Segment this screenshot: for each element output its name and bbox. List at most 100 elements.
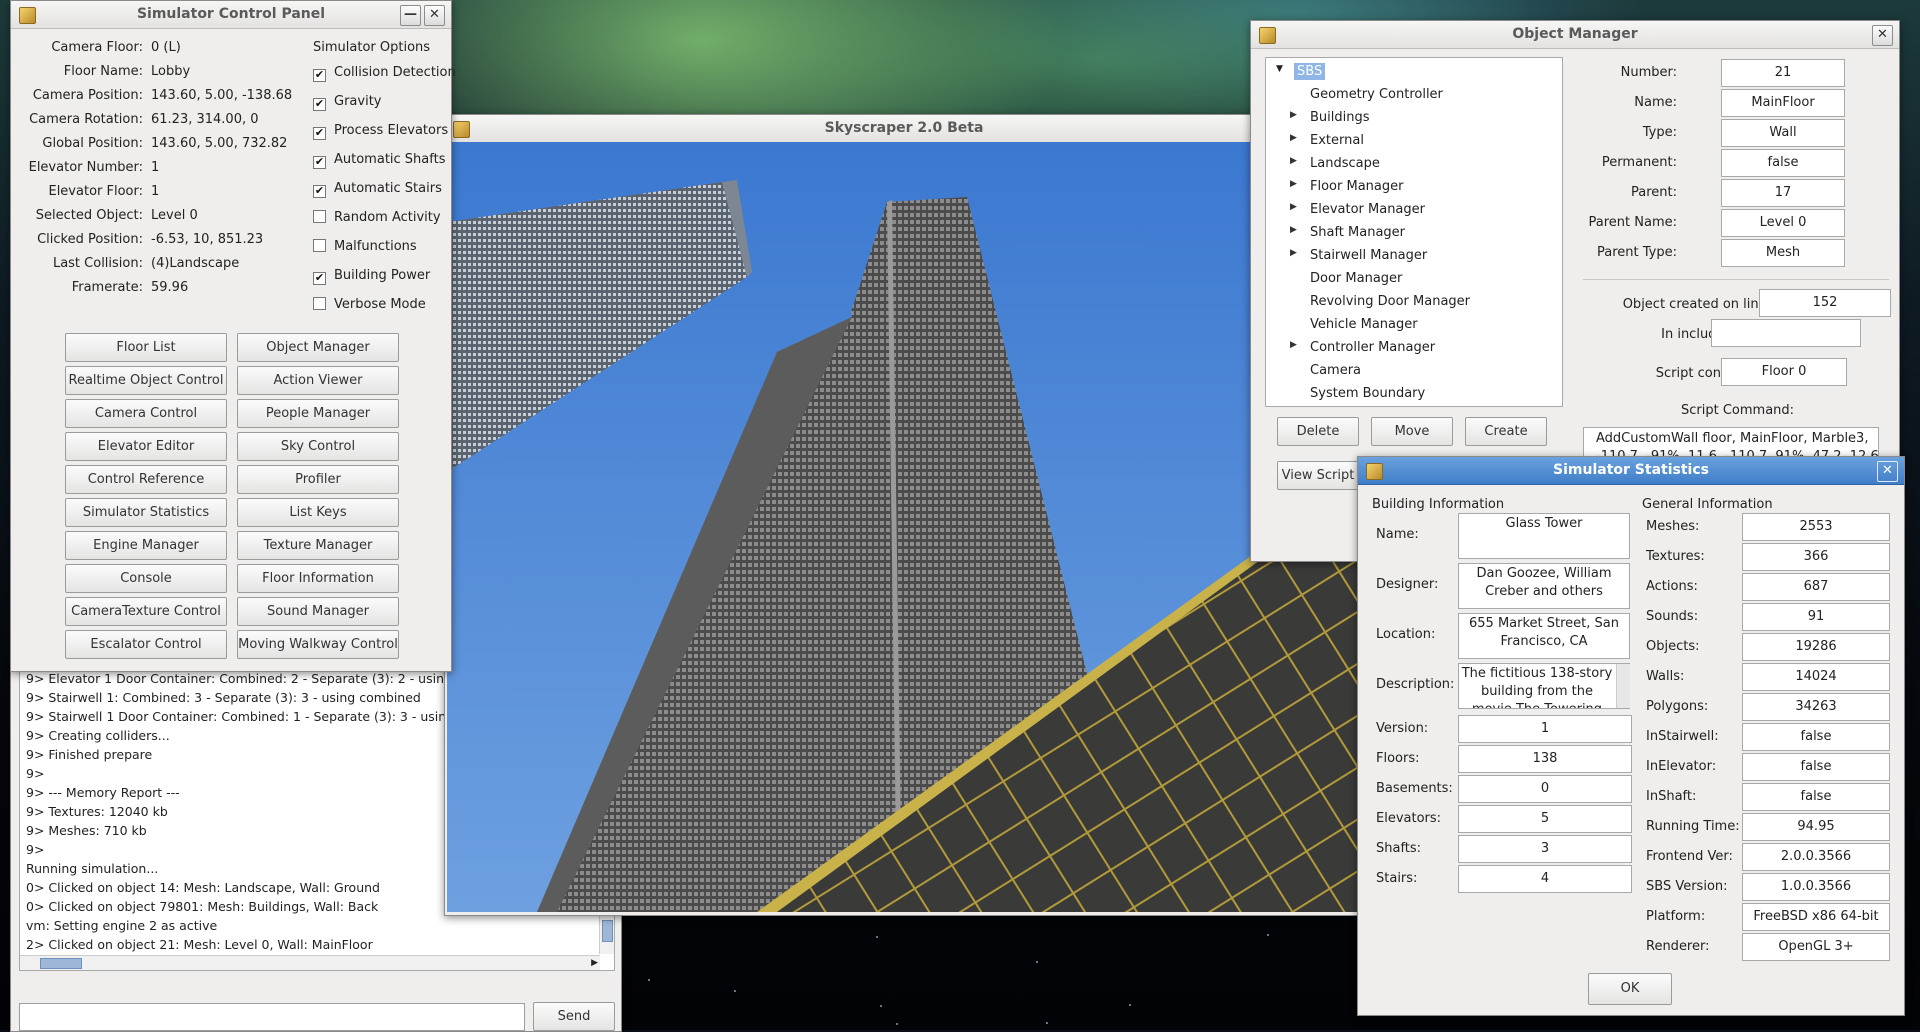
tree-root[interactable]: ▼ SBS	[1276, 63, 1326, 80]
general-field[interactable]: false	[1742, 723, 1890, 751]
prop-field[interactable]: Level 0	[1721, 209, 1845, 237]
expand-arrow-icon[interactable]: ▶	[1290, 133, 1297, 143]
btn-sound-manager[interactable]: Sound Manager	[237, 597, 399, 626]
expand-arrow-icon[interactable]: ▶	[1290, 248, 1297, 258]
object-tree[interactable]: ▼ SBS Geometry Controller ▶ Buildings ▶ Exte…	[1265, 57, 1563, 407]
btn-floor-information[interactable]: Floor Information	[237, 564, 399, 593]
tree-item-buildings[interactable]: ▶ Buildings	[1290, 110, 1370, 125]
option-random-activity[interactable]: Random Activity	[313, 210, 441, 225]
included-file-field[interactable]	[1711, 319, 1861, 347]
tree-item-door-manager[interactable]: Door Manager	[1310, 271, 1402, 286]
option-process-elevators[interactable]: ✔ Process Elevators	[313, 123, 448, 140]
general-field[interactable]: 366	[1742, 543, 1890, 571]
general-field[interactable]: OpenGL 3+	[1742, 933, 1890, 961]
btn-escalator-control[interactable]: Escalator Control	[65, 630, 227, 659]
option-automatic-stairs[interactable]: ✔ Automatic Stairs	[313, 181, 442, 198]
script-context-field[interactable]: Floor 0	[1721, 358, 1847, 386]
btn-object-manager[interactable]: Object Manager	[237, 333, 399, 362]
general-field[interactable]: false	[1742, 753, 1890, 781]
send-button[interactable]: Send	[533, 1002, 615, 1031]
general-field[interactable]: 2.0.0.3566	[1742, 843, 1890, 871]
building-text-field[interactable]: Dan Goozee, William Creber and others	[1458, 563, 1630, 609]
building-field[interactable]: 4	[1458, 865, 1632, 893]
3d-viewport[interactable]	[447, 142, 1359, 912]
collapse-arrow-icon[interactable]: ▼	[1276, 64, 1283, 74]
console-hscroll-thumb[interactable]	[40, 958, 82, 969]
prop-field[interactable]: 17	[1721, 179, 1845, 207]
close-button[interactable]: ✕	[424, 5, 445, 26]
tree-item-floor-manager[interactable]: ▶ Floor Manager	[1290, 179, 1403, 194]
option-collision-detection[interactable]: ✔ Collision Detection	[313, 65, 456, 82]
expand-arrow-icon[interactable]: ▶	[1290, 202, 1297, 212]
btn-simulator-statistics[interactable]: Simulator Statistics	[65, 498, 227, 527]
general-field[interactable]: 687	[1742, 573, 1890, 601]
btn-list-keys[interactable]: List Keys	[237, 498, 399, 527]
checkbox-checked[interactable]: ✔	[313, 272, 326, 285]
building-field[interactable]: 1	[1458, 715, 1632, 743]
option-gravity[interactable]: ✔ Gravity	[313, 94, 381, 111]
minimize-button[interactable]: —	[400, 5, 421, 26]
general-field[interactable]: 94.95	[1742, 813, 1890, 841]
general-field[interactable]: 2553	[1742, 513, 1890, 541]
btn-floor-list[interactable]: Floor List	[65, 333, 227, 362]
description-scrollbar[interactable]	[1616, 664, 1630, 708]
statistics-titlebar[interactable]: Simulator Statistics ✕	[1358, 457, 1904, 485]
prop-field[interactable]: MainFloor	[1721, 89, 1845, 117]
checkbox-checked[interactable]: ✔	[313, 127, 326, 140]
move-button[interactable]: Move	[1371, 417, 1453, 446]
prop-field[interactable]: false	[1721, 149, 1845, 177]
btn-control-reference[interactable]: Control Reference	[65, 465, 227, 494]
option-building-power[interactable]: ✔ Building Power	[313, 268, 430, 285]
view-script-button[interactable]: View Script	[1277, 461, 1359, 490]
tree-item-external[interactable]: ▶ External	[1290, 133, 1364, 148]
general-field[interactable]: false	[1742, 783, 1890, 811]
building-field[interactable]: 138	[1458, 745, 1632, 773]
tree-item-system-boundary[interactable]: System Boundary	[1310, 386, 1425, 401]
building-text-field[interactable]: The fictitious 138-story building from t…	[1458, 663, 1630, 709]
btn-texture-manager[interactable]: Texture Manager	[237, 531, 399, 560]
checkbox-unchecked[interactable]	[313, 239, 326, 252]
btn-people-manager[interactable]: People Manager	[237, 399, 399, 428]
console-vscroll-thumb[interactable]	[602, 920, 613, 942]
console-input[interactable]	[19, 1003, 525, 1031]
viewer-titlebar[interactable]: Skyscraper 2.0 Beta	[445, 115, 1363, 143]
scroll-right-icon[interactable]: ▶	[591, 956, 598, 970]
expand-arrow-icon[interactable]: ▶	[1290, 340, 1297, 350]
building-field[interactable]: 5	[1458, 805, 1632, 833]
created-line-field[interactable]: 152	[1759, 289, 1891, 317]
console-hscrollbar[interactable]: ▶	[20, 955, 600, 970]
btn-console[interactable]: Console	[65, 564, 227, 593]
building-text-field[interactable]: Glass Tower	[1458, 513, 1630, 559]
tree-item-shaft-manager[interactable]: ▶ Shaft Manager	[1290, 225, 1405, 240]
ok-button[interactable]: OK	[1588, 973, 1672, 1005]
prop-field[interactable]: Mesh	[1721, 239, 1845, 267]
prop-field[interactable]: Wall	[1721, 119, 1845, 147]
tree-item-landscape[interactable]: ▶ Landscape	[1290, 156, 1380, 171]
general-field[interactable]: 1.0.0.3566	[1742, 873, 1890, 901]
expand-arrow-icon[interactable]: ▶	[1290, 225, 1297, 235]
general-field[interactable]: 19286	[1742, 633, 1890, 661]
create-button[interactable]: Create	[1465, 417, 1547, 446]
general-field[interactable]: 91	[1742, 603, 1890, 631]
delete-button[interactable]: Delete	[1277, 417, 1359, 446]
btn-profiler[interactable]: Profiler	[237, 465, 399, 494]
option-malfunctions[interactable]: Malfunctions	[313, 239, 417, 254]
tree-item-vehicle-manager[interactable]: Vehicle Manager	[1310, 317, 1418, 332]
object-manager-titlebar[interactable]: Object Manager ✕	[1251, 21, 1899, 49]
control-panel-titlebar[interactable]: Simulator Control Panel — ✕	[11, 1, 451, 29]
btn-engine-manager[interactable]: Engine Manager	[65, 531, 227, 560]
tree-item-revolving-door-manager[interactable]: Revolving Door Manager	[1310, 294, 1470, 309]
general-field[interactable]: FreeBSD x86 64-bit	[1742, 903, 1890, 931]
btn-camera-control[interactable]: Camera Control	[65, 399, 227, 428]
tree-item-stairwell-manager[interactable]: ▶ Stairwell Manager	[1290, 248, 1427, 263]
expand-arrow-icon[interactable]: ▶	[1290, 156, 1297, 166]
option-verbose-mode[interactable]: Verbose Mode	[313, 297, 426, 312]
btn-elevator-editor[interactable]: Elevator Editor	[65, 432, 227, 461]
close-button[interactable]: ✕	[1872, 25, 1893, 46]
checkbox-checked[interactable]: ✔	[313, 185, 326, 198]
btn-moving-walkway-control[interactable]: Moving Walkway Control	[237, 630, 399, 659]
general-field[interactable]: 14024	[1742, 663, 1890, 691]
btn-realtime-object-control[interactable]: Realtime Object Control	[65, 366, 227, 395]
general-field[interactable]: 34263	[1742, 693, 1890, 721]
close-button[interactable]: ✕	[1877, 461, 1898, 482]
